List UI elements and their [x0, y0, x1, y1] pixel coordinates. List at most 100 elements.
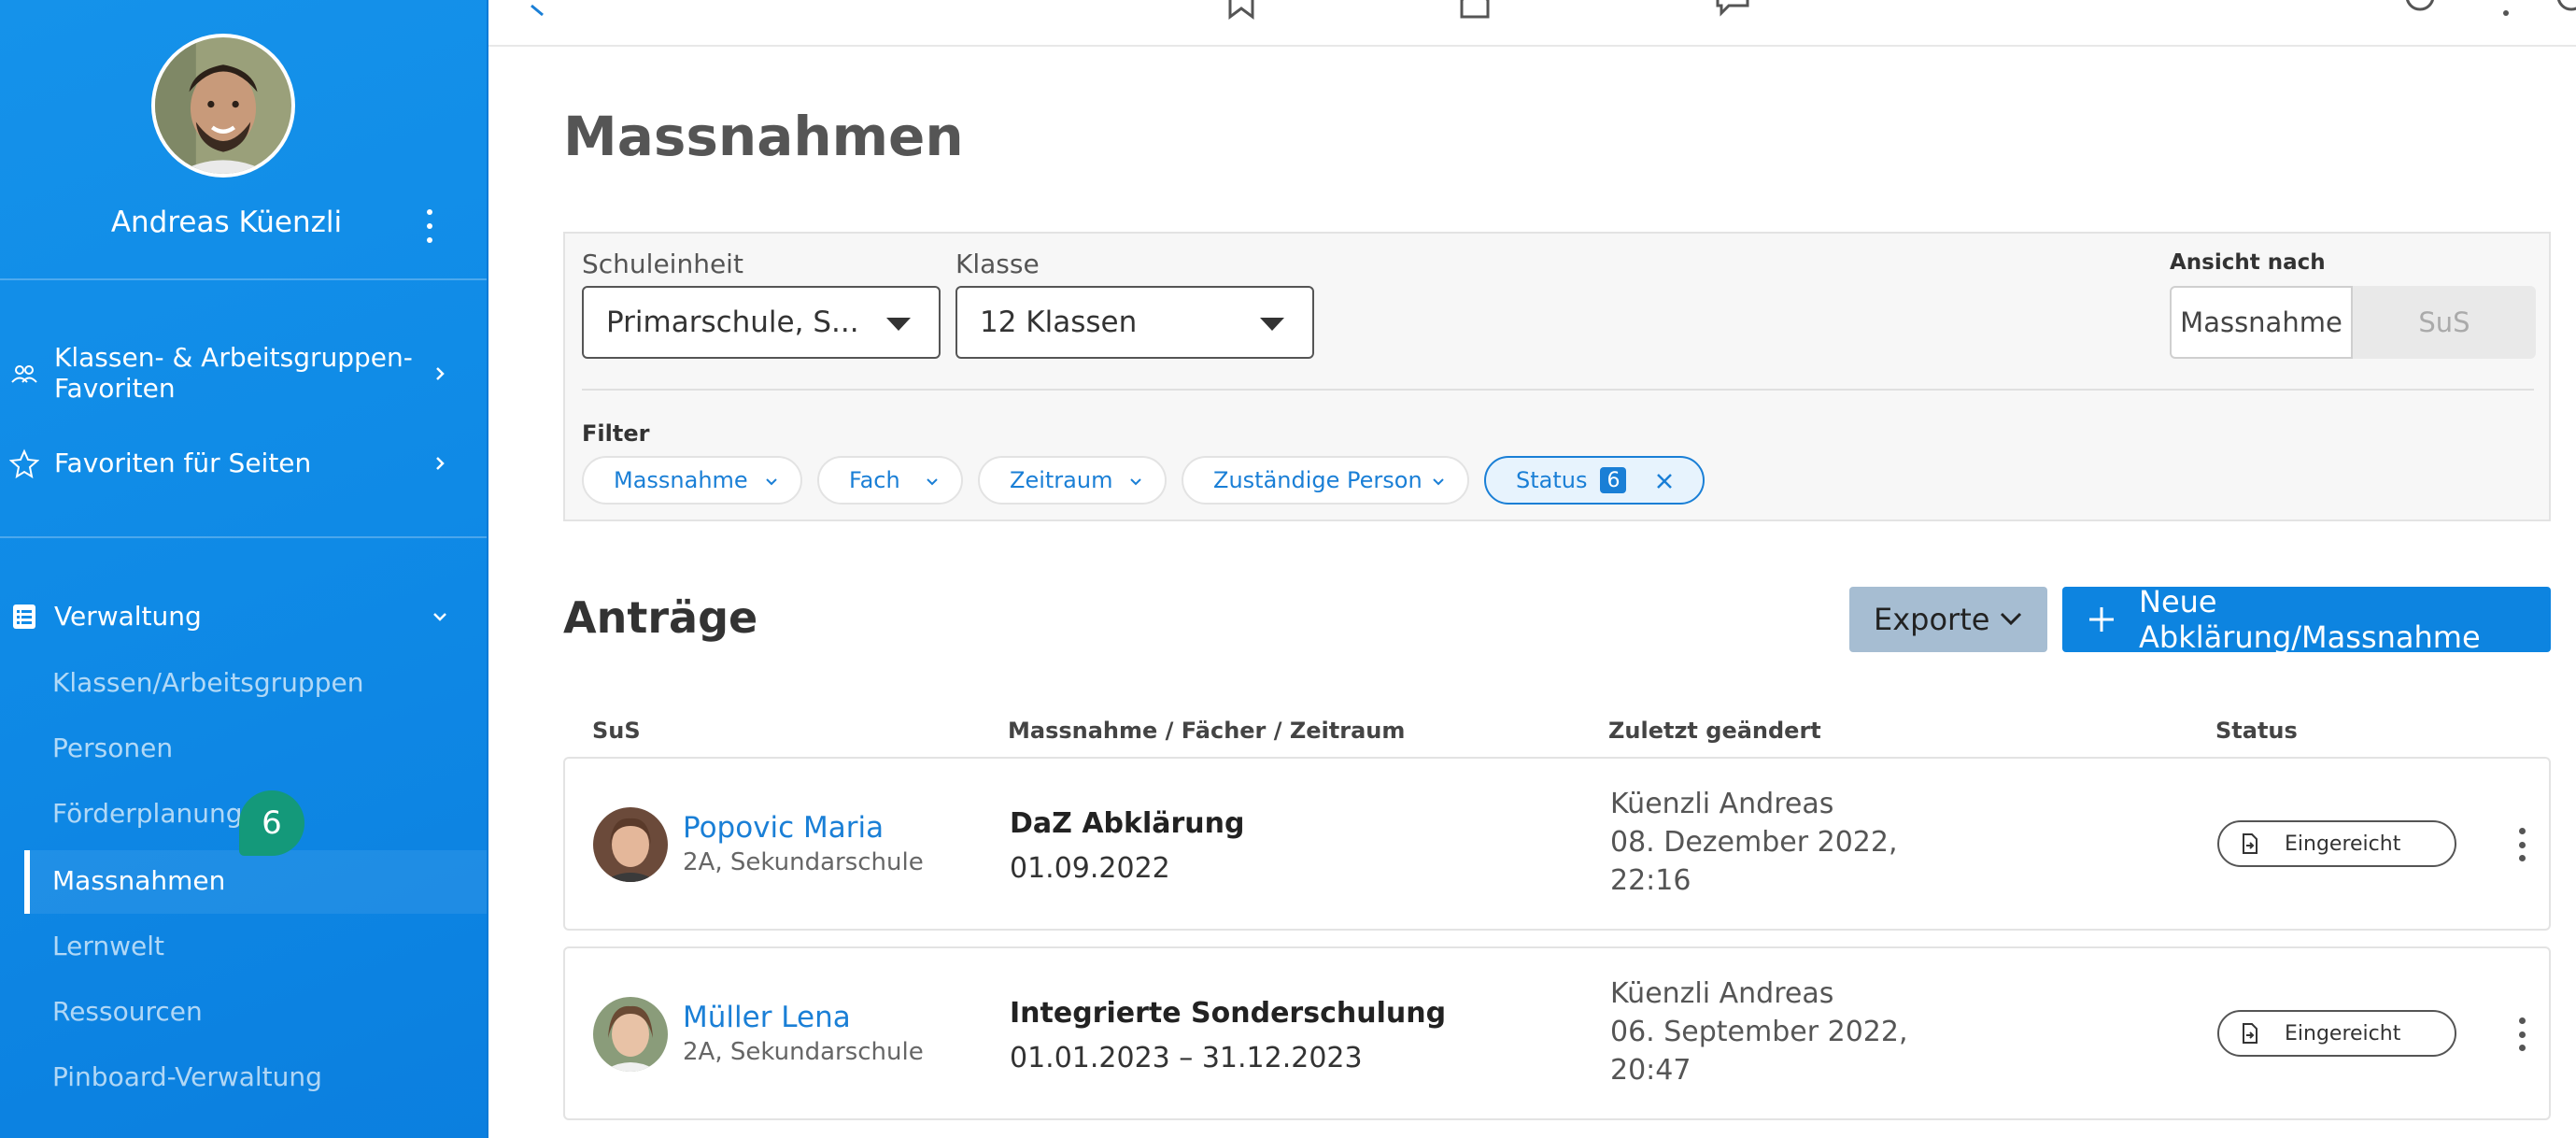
- sidebar-section-verwaltung[interactable]: Verwaltung: [0, 596, 487, 637]
- filter-divider: [582, 389, 2534, 391]
- klasse-label: Klasse: [955, 249, 1040, 279]
- schuleinheit-label: Schuleinheit: [582, 249, 743, 279]
- table-row[interactable]: Popovic Maria 2A, Sekundarschule DaZ Abk…: [563, 757, 2551, 931]
- home-icon[interactable]: [1456, 0, 1493, 21]
- chevron-down-icon: [1130, 478, 1141, 486]
- sidebar-item-class-favorites[interactable]: Klassen- & Arbeitsgruppen- Favoriten: [0, 340, 487, 407]
- sidebar-item-foerderplanung[interactable]: Förderplanung: [52, 798, 243, 829]
- plus-icon: [2089, 607, 2114, 632]
- changed-info: Küenzli Andreas 08. Dezember 2022, 22:16: [1610, 785, 1898, 900]
- view-toggle-massnahme[interactable]: Massnahme: [2170, 286, 2353, 359]
- changed-time: 22:16: [1610, 864, 1691, 897]
- chip-label: Fach: [849, 467, 900, 493]
- student-avatar: [593, 997, 668, 1072]
- sidebar-item-lernwelt[interactable]: Lernwelt: [52, 931, 164, 961]
- sidebar: Andreas Küenzli Klassen- & Arbeitsgruppe…: [0, 0, 487, 1138]
- chevron-down-icon: [1433, 478, 1444, 486]
- student-class: 2A, Sekundarschule: [683, 1038, 924, 1066]
- row-menu-icon[interactable]: [2517, 828, 2526, 861]
- chevron-down-icon: [927, 478, 938, 486]
- document-icon: [2243, 1023, 2258, 1044]
- klasse-value: 12 Klassen: [980, 306, 1138, 339]
- caret-down-icon: [1260, 318, 1284, 331]
- sidebar-active-indicator: [24, 850, 30, 914]
- student-name[interactable]: Popovic Maria: [683, 811, 884, 845]
- student-name[interactable]: Müller Lena: [683, 1001, 851, 1034]
- settings-icon[interactable]: [2553, 0, 2576, 21]
- export-label: Exporte: [1874, 602, 1990, 637]
- back-icon[interactable]: [524, 0, 561, 21]
- student-avatar: [593, 807, 668, 882]
- chevron-down-icon: [433, 613, 446, 621]
- student-class: 2A, Sekundarschule: [683, 848, 924, 876]
- new-measure-button[interactable]: Neue Abklärung/Massnahme: [2062, 584, 2551, 655]
- chip-label: Zuständige Person: [1213, 467, 1422, 493]
- changed-by: Küenzli Andreas: [1610, 977, 1834, 1010]
- column-header-sus[interactable]: SuS: [592, 718, 641, 744]
- sidebar-item-ressourcen[interactable]: Ressourcen: [52, 996, 203, 1027]
- sidebar-item-page-favorites[interactable]: Favoriten für Seiten: [0, 443, 487, 484]
- measure-period: 01.01.2023 – 31.12.2023: [1010, 1042, 1363, 1074]
- export-button[interactable]: Exporte: [1849, 587, 2047, 652]
- section-title: Anträge: [563, 592, 758, 643]
- filter-panel: Schuleinheit Primarschule, S... Klasse 1…: [563, 232, 2551, 521]
- status-count-badge: 6: [1600, 467, 1627, 493]
- caret-down-icon: [886, 318, 911, 331]
- chat-icon[interactable]: [1714, 0, 1751, 21]
- chevron-down-icon: [2000, 612, 2022, 626]
- filter-label: Filter: [582, 420, 650, 447]
- new-measure-label: Neue Abklärung/Massnahme: [2139, 584, 2481, 655]
- users-icon: [11, 365, 37, 383]
- filter-chip-status[interactable]: Status 6: [1484, 456, 1705, 505]
- list-icon: [13, 605, 35, 629]
- chip-label: Zeitraum: [1010, 467, 1113, 493]
- changed-by: Küenzli Andreas: [1610, 788, 1834, 820]
- status-badge: Eingereicht: [2217, 820, 2456, 867]
- topnav-divider: [488, 45, 2576, 47]
- sidebar-divider: [0, 536, 487, 538]
- column-header-status[interactable]: Status: [2215, 718, 2298, 744]
- changed-date: 06. September 2022,: [1610, 1016, 1908, 1048]
- more-icon[interactable]: [2487, 0, 2525, 21]
- page-title: Massnahmen: [563, 105, 964, 168]
- filter-chip-zustaendige-person[interactable]: Zuständige Person: [1182, 456, 1469, 505]
- sidebar-item-label: Favoriten für Seiten: [54, 448, 312, 478]
- bookmark-icon[interactable]: [1223, 0, 1260, 21]
- column-header-changed[interactable]: Zuletzt geändert: [1608, 718, 1821, 744]
- filter-chip-massnahme[interactable]: Massnahme: [582, 456, 802, 505]
- status-badge: Eingereicht: [2217, 1010, 2456, 1057]
- chip-label: Status: [1516, 467, 1588, 493]
- sidebar-item-personen[interactable]: Personen: [52, 733, 173, 763]
- klasse-select[interactable]: 12 Klassen: [955, 286, 1314, 359]
- changed-info: Küenzli Andreas 06. September 2022, 20:4…: [1610, 974, 1908, 1089]
- view-label: Ansicht nach: [2170, 250, 2326, 275]
- sidebar-divider: [0, 278, 487, 280]
- filter-chip-fach[interactable]: Fach: [817, 456, 963, 505]
- schuleinheit-value: Primarschule, S...: [606, 306, 859, 339]
- chevron-down-icon: [766, 478, 777, 486]
- filter-chip-zeitraum[interactable]: Zeitraum: [978, 456, 1167, 505]
- user-menu-icon[interactable]: [418, 209, 441, 243]
- star-icon: [9, 448, 39, 478]
- table-row[interactable]: Müller Lena 2A, Sekundarschule Integrier…: [563, 946, 2551, 1120]
- row-menu-icon[interactable]: [2517, 1017, 2526, 1051]
- step-badge: 6: [239, 790, 304, 856]
- view-toggle-sus[interactable]: SuS: [2353, 286, 2536, 359]
- changed-time: 20:47: [1610, 1054, 1691, 1087]
- user-name: Andreas Küenzli: [110, 206, 343, 239]
- sidebar-item-massnahmen[interactable]: Massnahmen: [52, 865, 225, 896]
- schuleinheit-select[interactable]: Primarschule, S...: [582, 286, 941, 359]
- user-avatar[interactable]: [151, 34, 295, 178]
- document-icon: [2243, 833, 2258, 854]
- sidebar-item-klassen[interactable]: Klassen/Arbeitsgruppen: [52, 667, 363, 698]
- sidebar-section-label: Verwaltung: [54, 601, 202, 632]
- close-icon[interactable]: [1654, 471, 1675, 491]
- measure-name: Integrierte Sonderschulung: [1010, 997, 1447, 1030]
- column-header-massnahme[interactable]: Massnahme / Fächer / Zeitraum: [1008, 718, 1405, 744]
- status-label: Eingereicht: [2285, 1021, 2401, 1046]
- changed-date: 08. Dezember 2022,: [1610, 826, 1898, 859]
- search-icon[interactable]: [2403, 0, 2441, 21]
- sidebar-item-label: Klassen- & Arbeitsgruppen- Favoriten: [54, 342, 413, 404]
- status-label: Eingereicht: [2285, 832, 2401, 856]
- sidebar-item-pinboard[interactable]: Pinboard-Verwaltung: [52, 1061, 322, 1092]
